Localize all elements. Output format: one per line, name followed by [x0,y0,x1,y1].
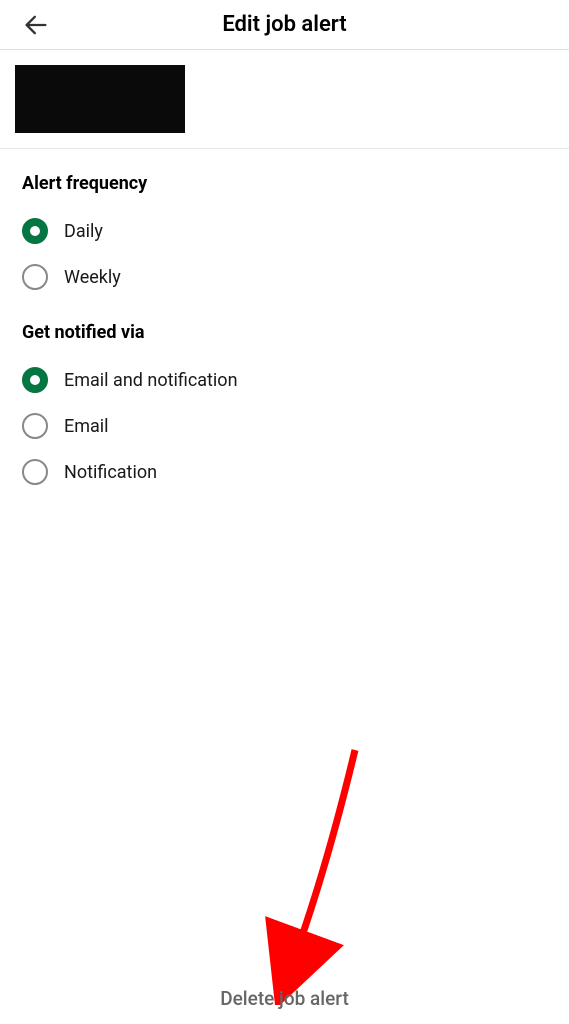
header: Edit job alert [0,0,569,50]
delete-job-alert-button[interactable]: Delete job alert [220,987,349,1010]
footer: Delete job alert [0,987,569,1024]
radio-icon [22,459,48,485]
content-area: Alert frequency Daily Weekly Get notifie… [0,149,569,519]
radio-label: Weekly [64,267,121,288]
radio-label: Email [64,416,109,437]
radio-icon [22,218,48,244]
radio-option-daily[interactable]: Daily [22,208,547,254]
radio-label: Daily [64,221,103,242]
back-button[interactable] [18,7,54,43]
radio-option-weekly[interactable]: Weekly [22,254,547,300]
frequency-section-title: Alert frequency [22,173,547,194]
radio-label: Notification [64,462,157,483]
job-info-block [0,50,569,149]
radio-icon [22,413,48,439]
redacted-job-info [15,65,185,133]
radio-label: Email and notification [64,370,238,391]
notify-section-title: Get notified via [22,322,547,343]
radio-option-email[interactable]: Email [22,403,547,449]
radio-icon [22,264,48,290]
arrow-left-icon [22,11,50,39]
radio-option-notification[interactable]: Notification [22,449,547,495]
radio-option-both[interactable]: Email and notification [22,357,547,403]
page-title: Edit job alert [0,12,569,37]
radio-icon [22,367,48,393]
annotation-arrow-icon [255,745,375,1005]
